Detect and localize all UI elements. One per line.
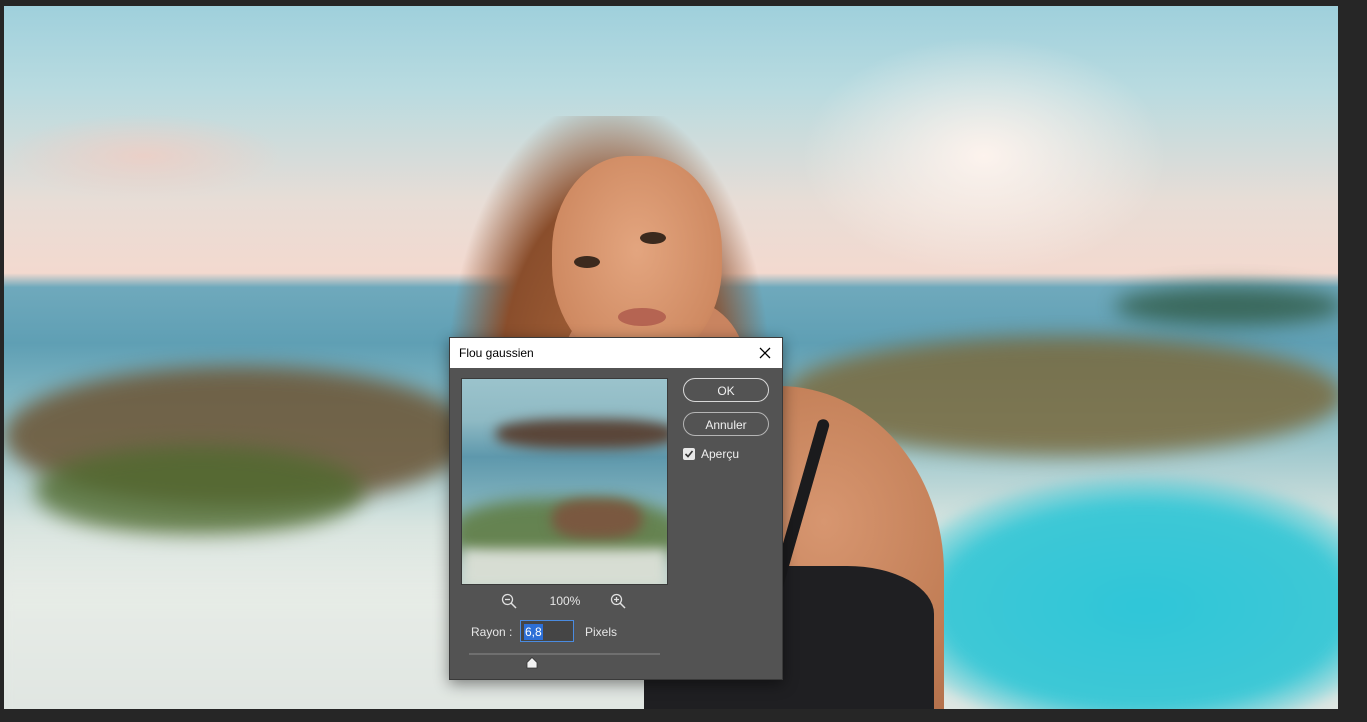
preview-checkbox-label[interactable]: Aperçu	[701, 447, 739, 461]
canvas-vegetation-left	[34, 446, 364, 536]
radius-input[interactable]: 6,8	[520, 620, 574, 642]
blur-preview[interactable]	[461, 378, 668, 585]
canvas-island-far	[1114, 286, 1338, 326]
preview-roof	[552, 499, 642, 539]
ok-button[interactable]: OK	[683, 378, 769, 402]
preview-bungalows	[496, 419, 667, 449]
canvas-eye-left	[574, 256, 600, 268]
radius-slider-thumb[interactable]	[526, 656, 538, 669]
radius-value: 6,8	[524, 624, 543, 640]
close-icon	[759, 347, 771, 359]
checkmark-icon	[684, 450, 694, 458]
canvas-eye-right	[640, 232, 666, 244]
zoom-in-icon	[610, 593, 626, 609]
radius-slider-track[interactable]	[469, 653, 660, 655]
close-button[interactable]	[752, 341, 778, 365]
gaussian-blur-dialog: Flou gaussien 100% OK Annuler Aperçu Ray…	[449, 337, 783, 680]
preview-checkbox[interactable]	[683, 448, 695, 460]
zoom-out-button[interactable]	[500, 592, 518, 610]
radius-label: Rayon :	[471, 625, 513, 639]
zoom-out-icon	[501, 593, 517, 609]
slider-thumb-icon	[526, 656, 538, 669]
radius-unit: Pixels	[585, 625, 618, 639]
zoom-in-button[interactable]	[609, 592, 627, 610]
preview-sand	[462, 549, 667, 584]
dialog-title: Flou gaussien	[459, 346, 534, 360]
zoom-level: 100%	[549, 594, 581, 608]
canvas-lagoon	[884, 476, 1338, 709]
dialog-titlebar[interactable]: Flou gaussien	[450, 338, 782, 368]
canvas-lips	[618, 308, 666, 326]
cancel-button[interactable]: Annuler	[683, 412, 769, 436]
